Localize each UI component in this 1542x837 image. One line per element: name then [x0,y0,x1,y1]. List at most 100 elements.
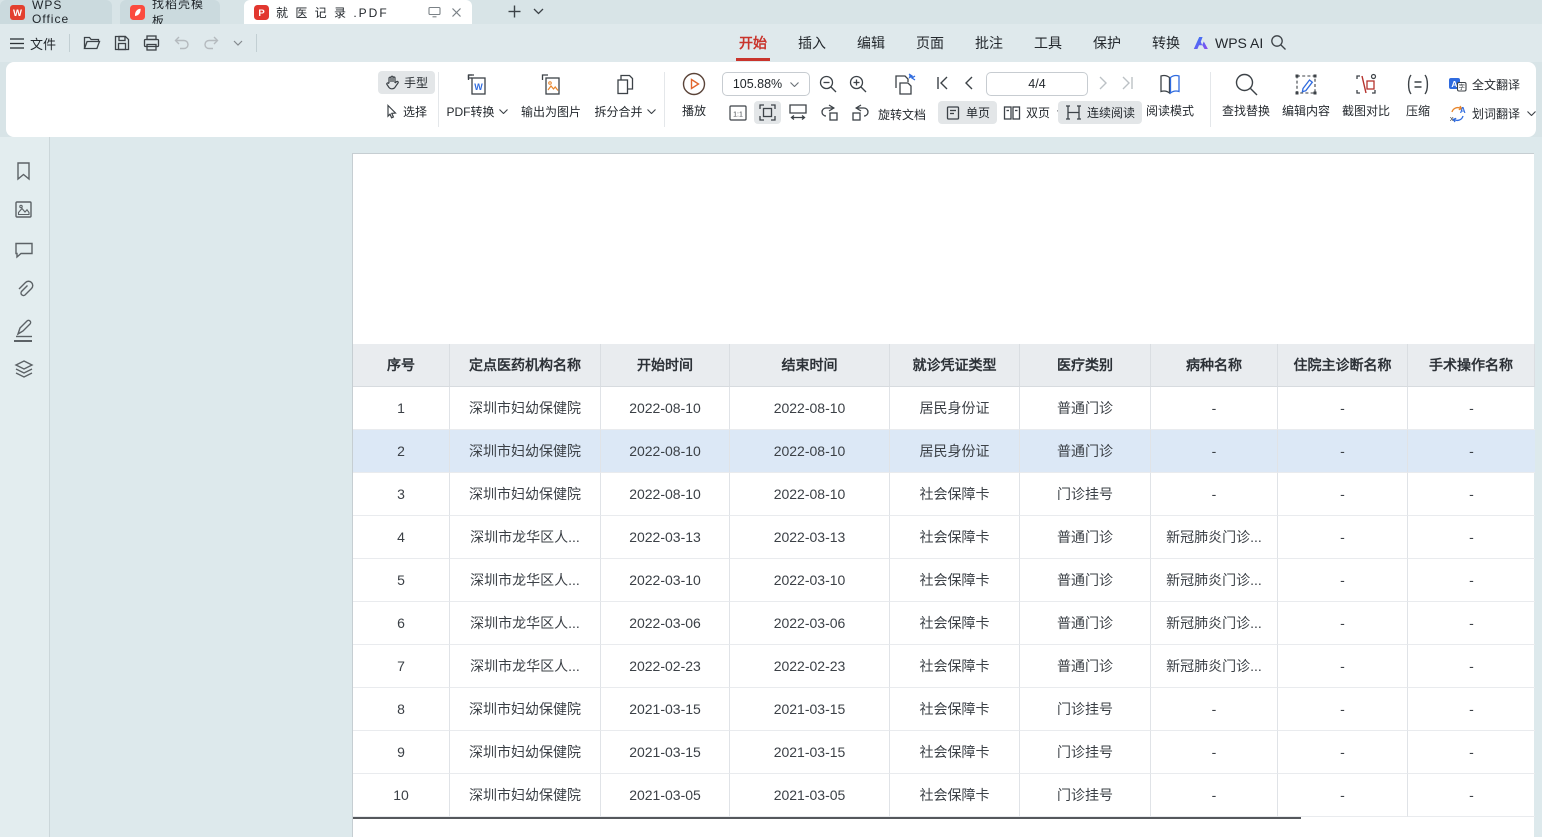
tab-wps-office[interactable]: W WPS Office [0,0,112,24]
zoom-in-icon[interactable] [848,74,868,94]
rotate-doc-label[interactable]: 旋转文档 [878,106,926,123]
wps-logo-icon: W [10,5,25,20]
table-cell: 新冠肺炎门诊... [1151,516,1278,559]
continuous-read-button[interactable]: 连续阅读 [1058,101,1142,124]
compress-button[interactable]: 压缩 [1398,72,1438,119]
table-cell: 2022-03-13 [601,516,730,559]
menu-search-icon[interactable] [1270,34,1287,51]
last-page-icon[interactable] [1120,76,1134,90]
screenshot-compare-button[interactable]: 截图对比 [1338,72,1394,119]
play-slideshow-button[interactable]: 播放 [672,71,716,119]
fit-page-icon [758,103,777,122]
file-menu-button[interactable]: 文件 [10,34,56,53]
tab-document-pdf[interactable]: P 就 医 记 录 .PDF [244,0,472,24]
save-icon[interactable] [114,35,130,51]
chevron-down-icon [1527,111,1536,116]
single-page-button[interactable]: 单页 [938,101,997,124]
table-cell: - [1151,430,1278,473]
undo-history-chevron-icon[interactable] [233,40,243,46]
actual-size-icon[interactable]: 1:1 [728,103,748,123]
tab-list-chevron-icon[interactable] [533,8,544,15]
undo-icon[interactable] [173,36,190,50]
zoom-out-icon[interactable] [818,74,838,94]
tab-docer-templates[interactable]: 找稻壳模板 [120,0,220,24]
open-file-icon[interactable] [83,35,101,51]
edit-content-button[interactable]: 编辑内容 [1278,72,1334,119]
close-tab-icon[interactable] [451,7,462,18]
single-page-label: 单页 [966,104,990,121]
swap-pages-icon[interactable] [890,71,918,98]
table-header-cell: 定点医药机构名称 [450,344,601,387]
menu-tab-4[interactable]: 批注 [974,24,1004,62]
table-row: 8深圳市妇幼保健院2021-03-152021-03-15社会保障卡门诊挂号--… [353,688,1535,731]
attachments-panel-icon[interactable] [14,280,34,300]
table-row: 10深圳市妇幼保健院2021-03-052021-03-05社会保障卡门诊挂号-… [353,774,1535,817]
table-cell: 门诊挂号 [1020,731,1151,774]
table-header-cell: 就诊凭证类型 [890,344,1020,387]
read-mode-button[interactable]: 阅读模式 [1142,72,1198,119]
table-header-cell: 开始时间 [601,344,730,387]
menu-tab-3[interactable]: 页面 [915,24,945,62]
word-translate-button[interactable]: xA 划词翻译 [1448,102,1536,125]
table-cell: - [1278,430,1408,473]
menu-tab-6[interactable]: 保护 [1092,24,1122,62]
table-cell: 2022-08-10 [730,387,890,430]
previous-page-icon[interactable] [964,76,974,90]
split-merge-button[interactable]: 拆分合并 [590,72,660,120]
pdf-convert-button[interactable]: W PDF转换 [442,72,512,120]
chevron-down-icon [499,109,508,114]
continuous-read-icon [1065,105,1082,120]
hand-icon [385,75,399,90]
export-image-label: 输出为图片 [521,103,581,120]
full-translate-button[interactable]: A字 全文翻译 [1448,73,1520,96]
signature-panel-icon[interactable] [14,319,34,338]
table-cell: 2022-03-06 [730,602,890,645]
hand-tool-button[interactable]: 手型 [378,71,435,94]
divider [69,34,70,52]
rotate-left-icon[interactable] [820,103,840,122]
menu-tab-0[interactable]: 开始 [738,24,768,62]
table-cell: - [1408,688,1535,731]
find-replace-button[interactable]: 查找替换 [1218,72,1274,119]
table-cell: - [1408,774,1535,817]
zoom-level-select[interactable]: 105.88% [722,72,810,96]
table-cell: 2022-08-10 [601,387,730,430]
table-row: 7深圳市龙华区人...2022-02-232022-02-23社会保障卡普通门诊… [353,645,1535,688]
compress-icon [1405,72,1431,97]
table-cell: - [1408,559,1535,602]
new-tab-icon[interactable] [506,3,523,20]
fit-page-button[interactable] [754,101,781,124]
export-image-button[interactable]: 输出为图片 [514,72,588,120]
comments-panel-icon[interactable] [14,241,34,259]
layers-panel-icon[interactable] [14,359,34,379]
page-number-input[interactable]: 4/4 [986,72,1088,96]
bookmarks-panel-icon[interactable] [14,161,33,181]
menu-tab-5[interactable]: 工具 [1033,24,1063,62]
split-merge-icon [612,72,638,98]
menu-tab-2[interactable]: 编辑 [856,24,886,62]
table-cell: 深圳市龙华区人... [450,602,601,645]
table-cell: - [1278,559,1408,602]
next-page-icon[interactable] [1098,76,1108,90]
redo-icon[interactable] [203,36,220,50]
export-image-icon [538,72,564,98]
compress-label: 压缩 [1406,102,1430,119]
select-tool-button[interactable]: 选择 [378,100,434,123]
svg-text:1:1: 1:1 [733,112,743,119]
rotate-right-icon[interactable] [850,103,870,122]
first-page-icon[interactable] [936,76,950,90]
thumbnails-panel-icon[interactable] [14,200,33,219]
screen-share-icon[interactable] [428,6,441,18]
menu-tab-1[interactable]: 插入 [797,24,827,62]
print-icon[interactable] [143,35,160,51]
table-cell: 普通门诊 [1020,645,1151,688]
menu-items: 开始插入编辑页面批注工具保护转换 [738,24,1181,62]
menu-tab-7[interactable]: 转换 [1151,24,1181,62]
fit-width-icon[interactable] [788,103,808,121]
table-cell: 社会保障卡 [890,473,1020,516]
table-row: 4深圳市龙华区人...2022-03-132022-03-13社会保障卡普通门诊… [353,516,1535,559]
table-cell: - [1278,645,1408,688]
wps-ai-button[interactable]: WPS AI [1193,24,1263,62]
page-number-value: 4/4 [1028,77,1045,91]
table-cell: - [1278,473,1408,516]
